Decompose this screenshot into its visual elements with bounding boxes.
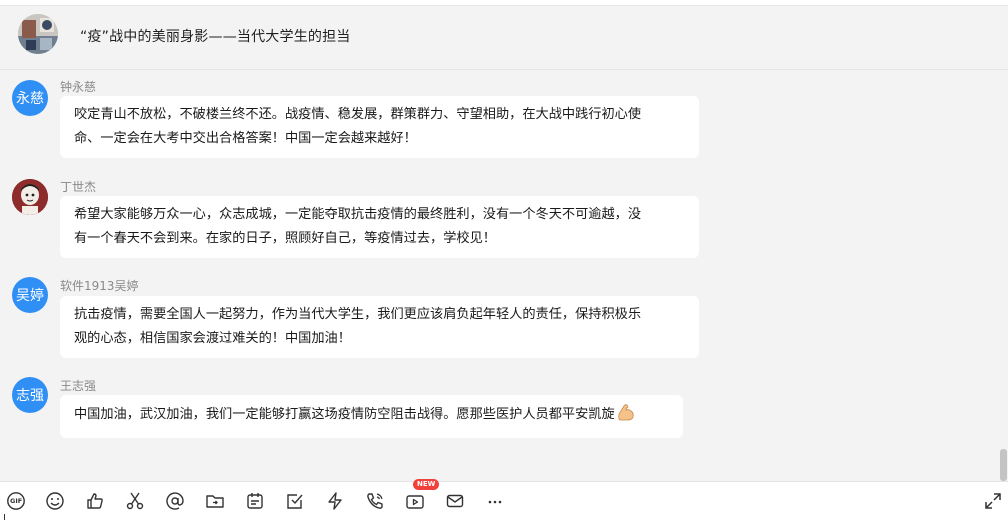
message-line: 咬定青山不放松，不破楼兰终不还。战疫情、稳发展，群策群力、守望相助，在大战中践行… <box>74 107 642 122</box>
scissors-icon <box>126 492 144 510</box>
video-button[interactable] <box>403 489 427 513</box>
video-icon <box>406 495 424 509</box>
more-icon <box>488 500 502 504</box>
avatar[interactable]: 志强 <box>12 377 48 413</box>
thumbs-up-button[interactable] <box>83 489 107 513</box>
input-caret <box>4 514 5 520</box>
chat-header: “疫”战中的美丽身影——当代大学生的担当 <box>0 0 1008 70</box>
thumbs-up-icon <box>87 493 103 509</box>
message-bubble[interactable]: 抗击疫情，需要全国人一起努力，作为当代大学生，我们更应该肩负起年轻人的责任，保持… <box>60 296 699 358</box>
message-bubble[interactable]: 咬定青山不放松，不破楼兰终不还。战疫情、稳发展，群策群力、守望相助，在大战中践行… <box>60 96 699 158</box>
emoji-icon <box>46 492 64 510</box>
more-button[interactable] <box>483 489 507 513</box>
message-line: 抗击疫情，需要全国人一起努力，作为当代大学生，我们更应该肩负起年轻人的责任，保持… <box>74 307 642 322</box>
gif-button[interactable]: GIF <box>4 489 28 513</box>
task-button[interactable] <box>283 489 307 513</box>
mail-icon <box>446 494 464 508</box>
message-line: 命、一定会在大考中交出合格答案！中国一定会越来越好！ <box>74 131 417 146</box>
screenshot-button[interactable] <box>123 489 147 513</box>
message-list[interactable]: 永慈 钟永慈 咬定青山不放松，不破楼兰终不还。战疫情、稳发展，群策群力、守望相助… <box>0 71 1008 479</box>
schedule-button[interactable] <box>243 489 267 513</box>
calendar-icon <box>247 493 263 509</box>
mention-button[interactable] <box>163 489 187 513</box>
lightning-icon <box>328 492 342 510</box>
avatar[interactable] <box>12 179 48 215</box>
avatar[interactable]: 永慈 <box>12 80 48 116</box>
flexed-biceps-emoji-icon <box>616 402 636 431</box>
email-button[interactable] <box>443 489 467 513</box>
sender-name: 软件1913吴婷 <box>60 279 139 293</box>
sender-name: 钟永慈 <box>60 80 97 94</box>
at-icon <box>166 492 184 510</box>
group-photo-avatar-icon <box>18 14 58 54</box>
emoji-button[interactable] <box>43 489 67 513</box>
scrollbar-thumb[interactable] <box>1000 449 1007 481</box>
expand-button[interactable] <box>981 489 1005 513</box>
group-title: “疫”战中的美丽身影——当代大学生的担当 <box>80 29 351 45</box>
message-line: 有一个春天不会到来。在家的日子，照顾好自己，等疫情过去，学校见！ <box>74 231 496 246</box>
message-line: 希望大家能够万众一心，众志成城，一定能夺取抗击疫情的最终胜利，没有一个冬天不可逾… <box>74 207 642 222</box>
phone-icon <box>367 493 383 509</box>
sender-name: 丁世杰 <box>60 180 97 194</box>
checkbox-icon <box>287 494 303 509</box>
message-line: 中国加油，武汉加油，我们一定能够打赢这场疫情防空阻击战得。愿那些医护人员都平安凯… <box>74 407 615 422</box>
sender-name: 王志强 <box>60 379 97 393</box>
new-badge: NEW <box>413 479 440 490</box>
gif-label: GIF <box>10 497 23 505</box>
message-line: 观的心态，相信国家会渡过难关的！中国加油！ <box>74 331 351 346</box>
group-avatar[interactable] <box>18 14 58 54</box>
folder-icon <box>206 495 224 508</box>
message-bubble[interactable]: 中国加油，武汉加油，我们一定能够打赢这场疫情防空阻击战得。愿那些医护人员都平安凯… <box>60 395 683 438</box>
expand-icon <box>985 493 1001 509</box>
avatar[interactable]: 吴婷 <box>12 277 48 313</box>
voice-call-button[interactable] <box>363 489 387 513</box>
message-bubble[interactable]: 希望大家能够万众一心，众志成城，一定能夺取抗击疫情的最终胜利，没有一个冬天不可逾… <box>60 196 699 258</box>
quick-reply-button[interactable] <box>323 489 347 513</box>
title-bar-strip <box>0 0 1008 6</box>
file-button[interactable] <box>203 489 227 513</box>
user-photo-avatar-icon <box>12 179 48 215</box>
input-toolbar: GIF NEW <box>0 479 1008 520</box>
